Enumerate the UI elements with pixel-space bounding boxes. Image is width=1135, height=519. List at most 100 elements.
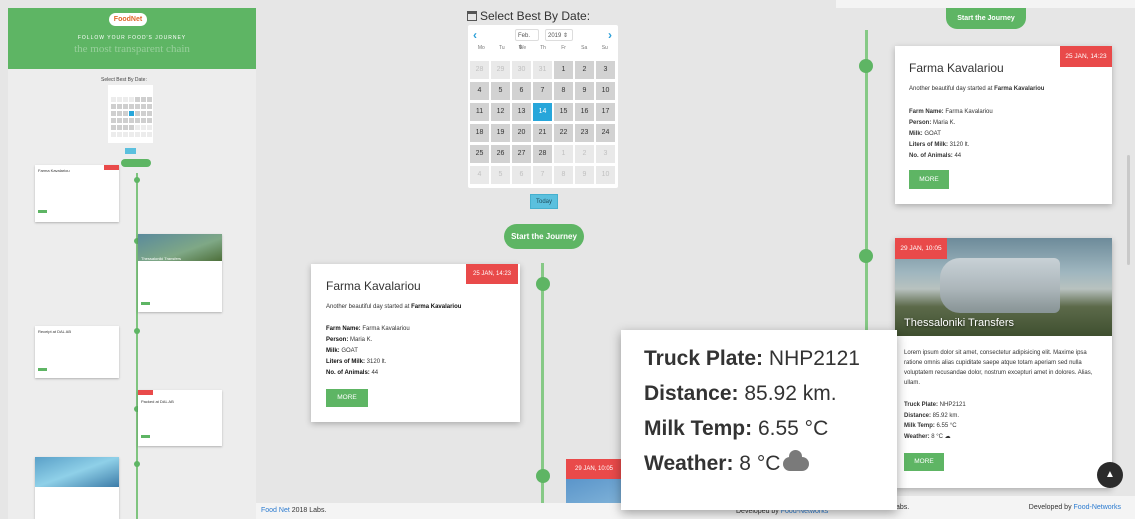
mini-card-badge [138,390,153,395]
mini-day-cell [147,125,152,130]
mini-day-cell [111,132,116,137]
day-cell[interactable]: 11 [470,103,489,121]
foodnet-logo[interactable]: FoodNet [109,13,147,26]
day-cell[interactable]: 1 [554,61,573,79]
footer-credit-prefix: Developed by [1028,504,1074,511]
day-cell-selected[interactable]: 14 [533,103,552,121]
zoom-label: Truck Plate: [644,347,764,370]
more-button[interactable]: MORE [909,170,949,189]
day-cell: 5 [491,166,510,184]
today-button[interactable]: Today [530,194,558,209]
field-value: 6.55 °C [934,423,957,429]
mini-more-button[interactable] [38,368,47,371]
start-journey-button[interactable]: Start the Journey [946,8,1026,29]
day-cell[interactable]: 21 [533,124,552,142]
mini-card[interactable] [35,457,119,519]
mini-day-cell [123,104,128,109]
top-strip [836,0,1135,8]
mini-today-button[interactable] [125,148,136,154]
mini-card[interactable]: Thessaloniki Transfers [138,234,222,312]
day-cell[interactable]: 16 [575,103,594,121]
timeline-dot [859,249,873,263]
field-row: Person: Maria K. [326,335,410,346]
mini-card-title: Farma Kavalariou [38,168,70,173]
day-cell[interactable]: 19 [491,124,510,142]
footer-brand-link[interactable]: Food Net [261,507,290,514]
mini-card[interactable]: Receipt at DAL AB [35,326,119,378]
mini-day-cell [141,125,146,130]
day-cell[interactable]: 25 [470,145,489,163]
day-cell[interactable]: 22 [554,124,573,142]
more-button[interactable]: MORE [904,453,944,471]
mini-day-cell [135,104,140,109]
day-cell[interactable]: 10 [596,82,615,100]
truck-shape [940,258,1060,313]
farm-card-title: Farma Kavalariou [909,61,1004,75]
scrollbar-thumb[interactable] [1127,155,1130,265]
field-row: Milk: GOAT [326,346,410,357]
day-cell: 3 [596,145,615,163]
mini-more-button[interactable] [38,210,47,213]
month-select[interactable]: Feb. ⇕ [515,29,539,51]
weekday-label: Su [601,45,608,51]
day-cell[interactable]: 4 [470,82,489,100]
mini-journey-button[interactable] [121,159,151,167]
day-cell[interactable]: 2 [575,61,594,79]
calendar-title-text: Select Best By Date: [480,9,591,23]
mini-timeline-dot [134,328,140,334]
next-month-icon[interactable]: › [608,28,612,42]
mini-day-cell [141,132,146,137]
more-button[interactable]: MORE [326,389,368,407]
mini-card[interactable]: Farma Kavalariou [35,165,119,222]
day-cell: 2 [575,145,594,163]
field-label: Person: [909,120,932,126]
back-to-top-icon[interactable]: ▲ [1097,462,1123,488]
prev-month-icon[interactable]: ‹ [473,28,477,42]
footer-credit-link[interactable]: Food-Networks [1074,504,1121,511]
day-cell[interactable]: 5 [491,82,510,100]
day-cell[interactable]: 3 [596,61,615,79]
day-cell[interactable]: 9 [575,82,594,100]
field-row: Milk Temp: 6.55 °C [904,421,966,432]
day-cell[interactable]: 20 [512,124,531,142]
mini-card[interactable]: Packed at DAL AB [138,390,222,446]
mini-day-cell [123,132,128,137]
weekday-label: Fr [561,45,566,51]
day-cell[interactable]: 15 [554,103,573,121]
mini-day-cell [135,97,140,102]
field-label: Person: [326,337,349,343]
day-cell[interactable]: 27 [512,145,531,163]
footer-year: 2018 Labs. [289,507,327,514]
transfer-card-title: Thessaloniki Transfers [904,317,1015,329]
transfer-card-text: Lorem ipsum dolor sit amet, consectetur … [904,350,1093,386]
start-journey-button[interactable]: Start the Journey [504,224,584,249]
day-cell[interactable]: 7 [533,82,552,100]
day-cell[interactable]: 26 [491,145,510,163]
field-row: No. of Animals: 44 [326,368,410,379]
mini-more-button[interactable] [141,302,150,305]
mini-day-cell [135,125,140,130]
day-cell[interactable]: 13 [512,103,531,121]
field-row: Milk: GOAT [909,129,993,140]
transfer-card-peek[interactable]: 29 JAN, 10:05 [566,459,622,504]
day-cell[interactable]: 12 [491,103,510,121]
mini-day-cell [129,104,134,109]
mini-timeline-dot [134,461,140,467]
mini-day-cell [117,118,122,123]
cloud-icon [783,450,810,471]
day-cell[interactable]: 8 [554,82,573,100]
calendar-icon [467,11,477,21]
field-row: Farm Name: Farma Kavalariou [326,324,410,335]
day-cell[interactable]: 18 [470,124,489,142]
intro-farm-name: Farma Kavalariou [994,86,1045,92]
day-cell[interactable]: 6 [512,82,531,100]
year-select[interactable]: 2019 ⇕ [545,29,573,41]
zoom-value: 6.55 °C [752,417,829,440]
day-cell: 10 [596,166,615,184]
mini-day-cell [129,118,134,123]
day-cell[interactable]: 24 [596,124,615,142]
day-cell[interactable]: 23 [575,124,594,142]
mini-more-button[interactable] [141,435,150,438]
day-cell[interactable]: 28 [533,145,552,163]
day-cell[interactable]: 17 [596,103,615,121]
